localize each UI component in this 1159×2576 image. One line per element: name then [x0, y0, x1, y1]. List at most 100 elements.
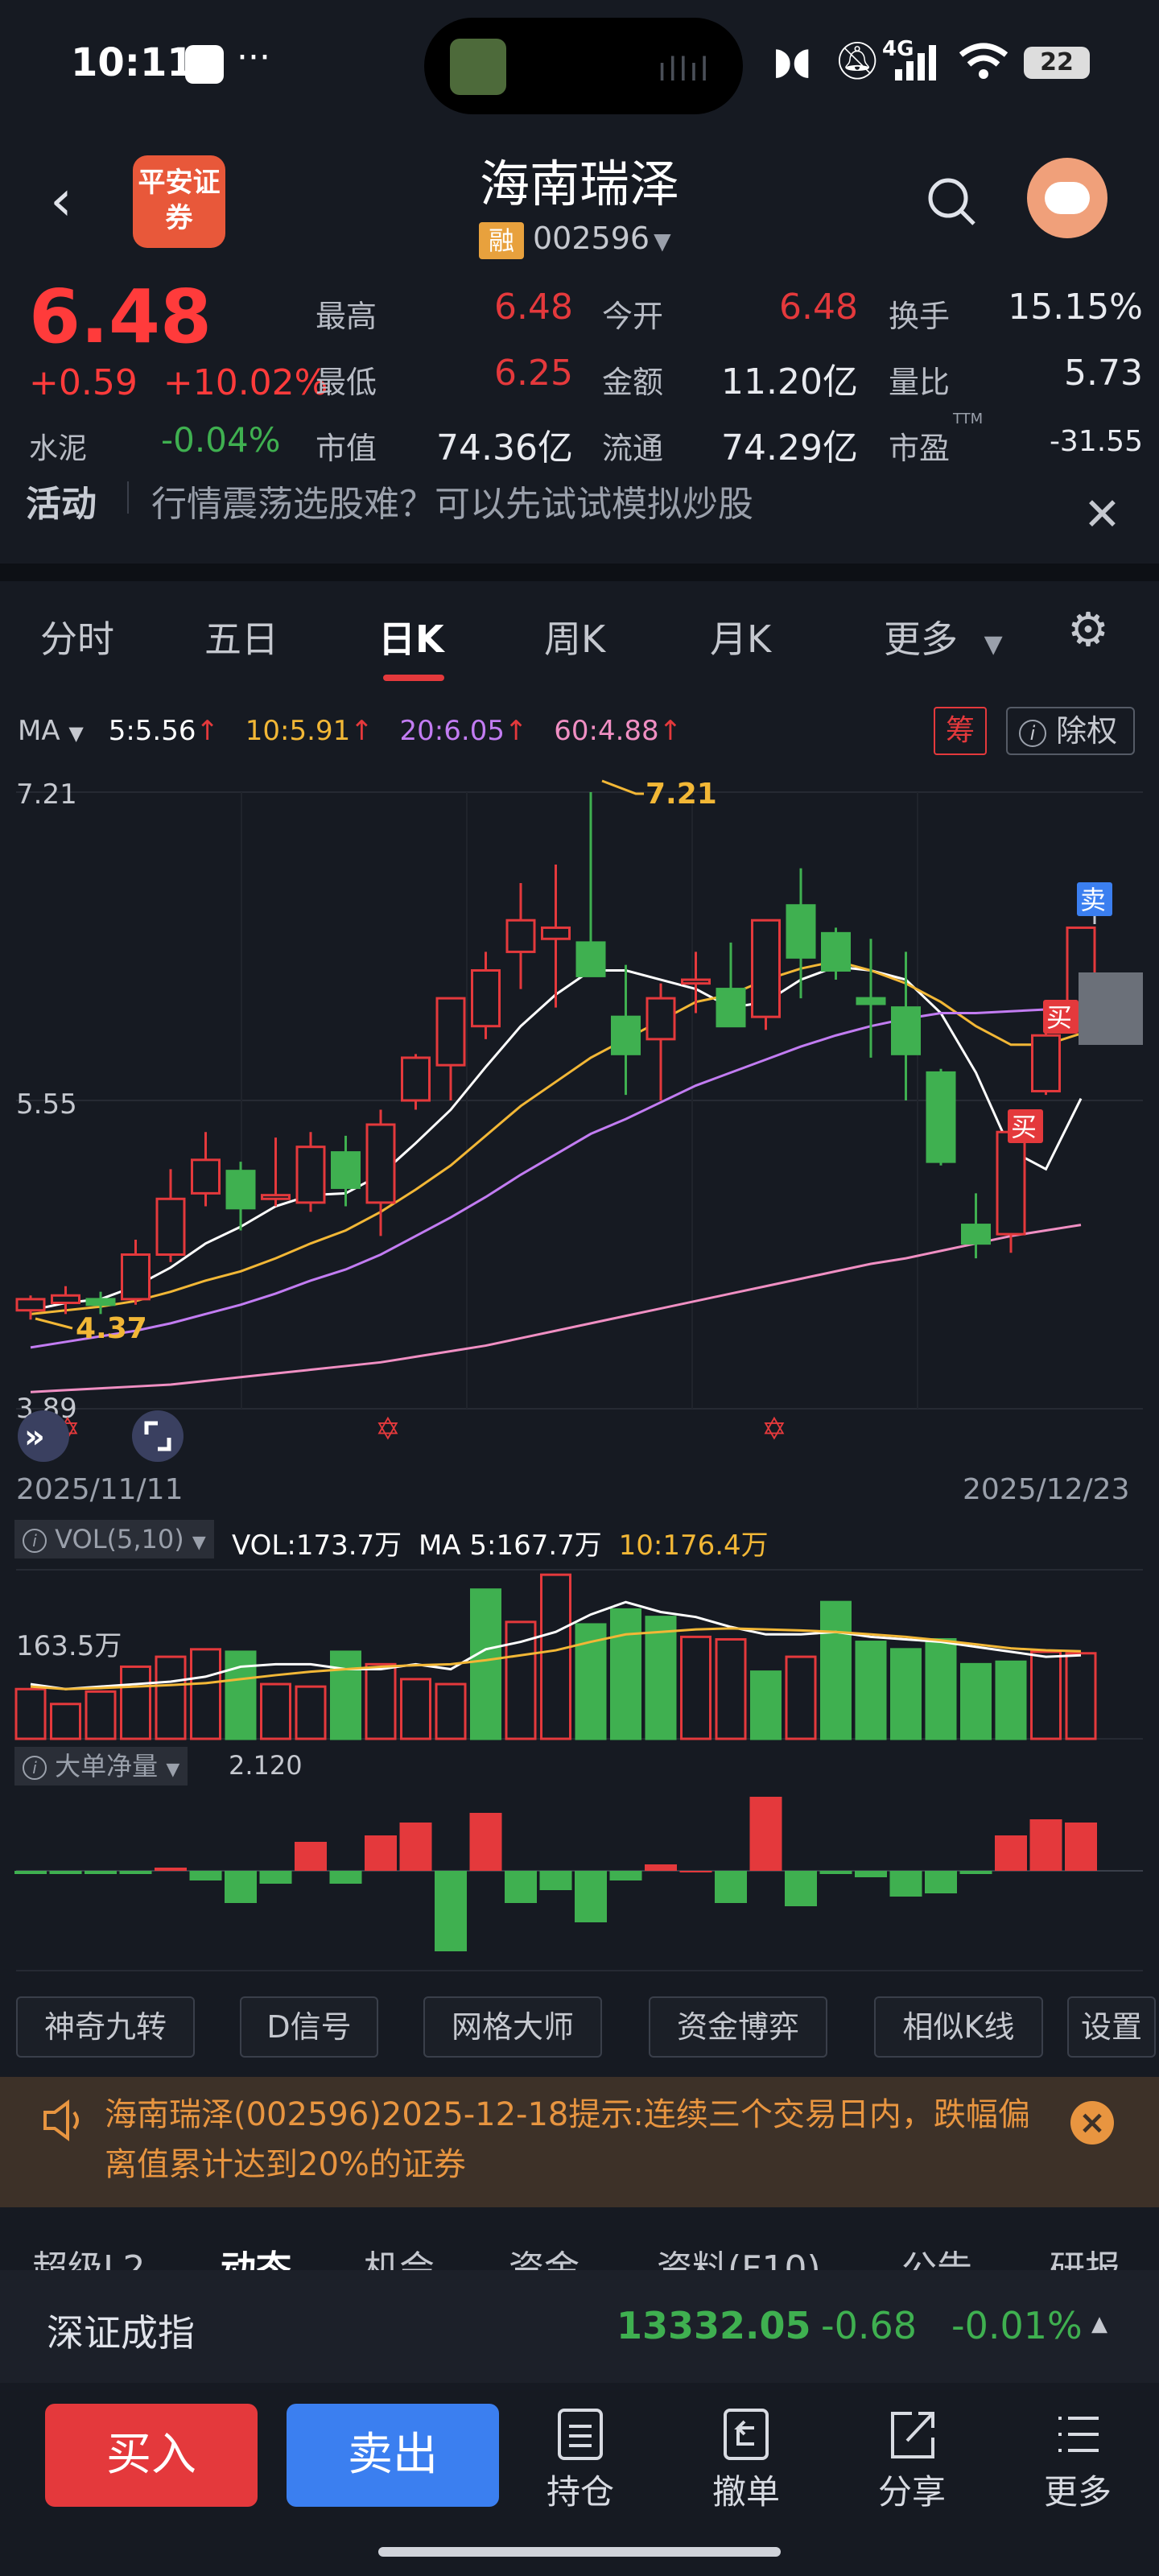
candle [821, 927, 851, 980]
info-icon: i [23, 1529, 47, 1553]
activity-text[interactable]: 行情震荡选股难？可以先试试模拟炒股 [151, 475, 753, 526]
y-mid-label: 5.55 [16, 1088, 77, 1121]
nav-position[interactable]: 持仓 [528, 2404, 633, 2514]
ma20-up-arrow-icon: ↑ [504, 715, 528, 747]
candle [611, 964, 641, 1096]
candle-body [716, 988, 746, 1028]
alert-close-icon[interactable]: × [1070, 2101, 1114, 2145]
expand-caret-icon[interactable]: ▲ [1091, 2312, 1107, 2336]
candle-body [331, 1151, 361, 1189]
candle [261, 1137, 291, 1207]
tab-weekly-k[interactable]: 周K [544, 610, 605, 663]
volume-bar [85, 1690, 117, 1740]
tool-magic-nine-button[interactable]: 神奇九转 [16, 1996, 195, 2058]
tab-news[interactable]: 动态 [221, 2240, 291, 2270]
bignet-bar [575, 1871, 607, 1922]
candle [926, 1068, 956, 1166]
activity-tag: 活动 [26, 484, 97, 525]
ex-rights-button[interactable]: i 除权 [1006, 707, 1135, 755]
kline-ma-lines [30, 960, 1083, 1393]
home-indicator[interactable] [378, 2547, 781, 2557]
close-icon[interactable]: ✕ [1083, 493, 1121, 538]
tab-announcements[interactable]: 公告 [901, 2240, 972, 2270]
content-tabs: 超级L2 动态 机会 资金 资料(F10) 公告 研报 [0, 2222, 1159, 2270]
sector-name[interactable]: 水泥 [29, 425, 87, 467]
nav-cancel-order[interactable]: 撤单 [694, 2404, 798, 2514]
candle [15, 1295, 46, 1320]
ma-legend[interactable]: MA ▼ 5:5.56↑ 10:5.91↑ 20:6.05↑ 60:4.88↑ [18, 715, 682, 747]
fullscreen-button[interactable] [132, 1410, 184, 1462]
candle [471, 952, 501, 1039]
candle [401, 1054, 431, 1110]
tab-opportunity[interactable]: 机会 [364, 2240, 435, 2270]
nav-share-label: 分享 [877, 2472, 946, 2512]
info-icon: i [1019, 719, 1046, 747]
volume-chart[interactable]: 163.5万 [0, 1562, 1159, 1747]
tab-super-l2[interactable]: 超级L2 [32, 2240, 146, 2270]
tool-similar-k-button[interactable]: 相似K线 [874, 1996, 1043, 2058]
candle [681, 952, 711, 1013]
candle [121, 1240, 151, 1305]
float-value: 74.29亿 [721, 427, 858, 469]
vol-current: VOL:173.7万 [232, 1530, 402, 1562]
tab-monthly-k[interactable]: 月K [710, 610, 771, 663]
search-icon[interactable] [926, 175, 979, 229]
active-tab-indicator [383, 675, 444, 681]
stock-code-selector[interactable]: 002596 ▼ [533, 221, 671, 256]
volume-bar [1065, 1652, 1097, 1740]
tool-grid-master-button[interactable]: 网格大师 [423, 1996, 602, 2058]
tab-funds[interactable]: 资金 [509, 2240, 580, 2270]
sell-button[interactable]: 卖出 [287, 2404, 499, 2507]
avatar[interactable] [1027, 158, 1107, 238]
buy-marker-1-label: 买 [1011, 1112, 1037, 1142]
candle [435, 997, 466, 1100]
chip-distribution-button[interactable]: 筹 [934, 707, 987, 755]
candle [751, 919, 781, 1030]
bignet-bar [855, 1871, 887, 1877]
candle [191, 1132, 221, 1207]
pe-label: 市盈 [889, 431, 951, 466]
candle-body [261, 1194, 291, 1200]
bignet-chart[interactable] [0, 1787, 1159, 1972]
candle [295, 1132, 326, 1212]
tab-more[interactable]: 更多 ▼ [884, 610, 1003, 663]
candle-body [1031, 1034, 1061, 1092]
candle-body [681, 978, 711, 985]
vol-ratio-label: 量比 [889, 365, 951, 400]
event-star-icon[interactable]: ✡ [761, 1411, 787, 1447]
ma-line-ma20 [30, 1006, 1082, 1349]
nav-share[interactable]: 分享 [860, 2404, 964, 2514]
cancel-order-icon [724, 2409, 769, 2460]
avatar-face [1045, 182, 1090, 214]
candle-body [401, 1056, 431, 1102]
tool-fund-game-button[interactable]: 资金博弈 [649, 1996, 827, 2058]
tool-d-signal-button[interactable]: D信号 [240, 1996, 378, 2058]
candle-body [645, 997, 676, 1041]
tab-profile[interactable]: 资料(F10) [657, 2240, 821, 2270]
bignet-bar [259, 1871, 292, 1884]
bignet-bar [959, 1871, 992, 1874]
event-star-icon[interactable]: ✡ [375, 1411, 401, 1447]
bignet-bar [715, 1871, 747, 1903]
vol-indicator-selector[interactable]: i VOL(5,10) ▼ [14, 1520, 214, 1558]
candle-body [505, 919, 536, 953]
tab-research[interactable]: 研报 [1050, 2240, 1120, 2270]
stock-name: 海南瑞泽 [479, 155, 679, 213]
volume-bar [960, 1662, 992, 1740]
tab-five-day[interactable]: 五日 [204, 610, 278, 663]
low-value: 6.25 [494, 353, 573, 394]
bignet-bar [1065, 1823, 1097, 1871]
tab-intraday[interactable]: 分时 [40, 610, 114, 663]
status-time: 10:11 [71, 40, 194, 85]
nav-more[interactable]: 更多 [1025, 2404, 1130, 2514]
mktcap-value: 74.36亿 [436, 427, 573, 469]
kline-chart[interactable]: 7.21 5.55 3.89 7.21 4.37 卖 买 买 ✡ ✡ ✡ » [0, 765, 1159, 1489]
settings-gear-icon[interactable]: ⚙ [1067, 605, 1109, 654]
buy-button[interactable]: 买入 [45, 2404, 258, 2507]
volume-bar [855, 1641, 887, 1740]
tool-settings-button[interactable]: 设置 [1067, 1996, 1156, 2058]
ma-line-ma10 [30, 960, 1082, 1315]
volume-bar [785, 1655, 817, 1740]
bignet-indicator-selector[interactable]: i 大单净量 ▼ [14, 1747, 188, 1785]
tab-daily-k[interactable]: 日K [378, 610, 444, 663]
